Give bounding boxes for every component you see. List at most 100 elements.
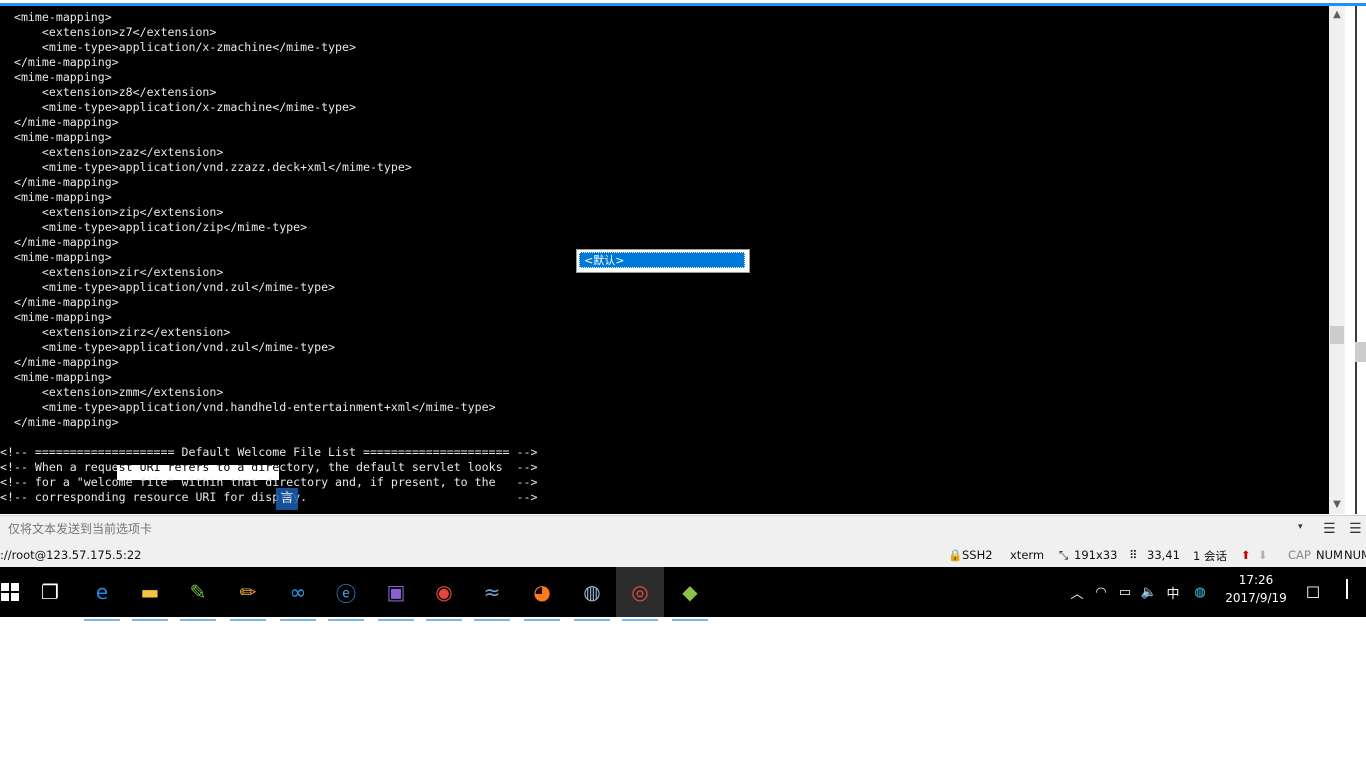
running-indicator (84, 619, 120, 621)
taskbar-app-ie[interactable]: ⓔ (322, 567, 370, 621)
terminal-type: xterm (1010, 548, 1045, 562)
terminal-line: <mime-mapping> (0, 70, 112, 84)
terminal-line: <mime-type>application/vnd.zzazz.deck+xm… (0, 160, 412, 174)
running-indicator (622, 619, 658, 621)
running-indicator (280, 619, 316, 621)
taskbar-app-baidu-netdisk[interactable]: ∞ (274, 567, 322, 621)
system-clock[interactable]: 17:26 2017/9/19 (1218, 571, 1294, 607)
status-bar: ://root@123.57.175.5:22 🔒 SSH2 xterm ⤡ 1… (0, 543, 1366, 567)
clock-date: 2017/9/19 (1225, 591, 1287, 605)
terminal-line: <extension>z7</extension> (0, 25, 217, 39)
terminal-line: </mime-mapping> (0, 55, 119, 69)
battery-icon[interactable]: ▭ (1114, 567, 1136, 617)
chevron-down-icon[interactable]: ▾ (1298, 522, 1303, 532)
terminal-line: <extension>zmm</extension> (0, 385, 224, 399)
terminal-line: </mime-mapping> (0, 295, 119, 309)
terminal-line: <!-- ==================== Default Welcom… (0, 445, 538, 459)
taskbar-app-game[interactable]: ▣ (372, 567, 420, 621)
dolphin-icon: ≈ (483, 580, 501, 604)
scroll-thumb[interactable] (1330, 326, 1344, 344)
taskbar-app-notepad-plus[interactable]: ✎ (174, 567, 222, 621)
taskbar-app-task-view[interactable]: ❐ (26, 567, 74, 617)
terminal-line: <mime-mapping> (0, 190, 112, 204)
terminal-scrollbar[interactable]: ▲ ▼ (1329, 6, 1345, 514)
terminal-line: <mime-mapping> (0, 370, 112, 384)
terminal-line: </mime-mapping> (0, 415, 119, 429)
menu-icon[interactable]: ☰ (1323, 522, 1336, 536)
running-indicator (474, 619, 510, 621)
terminal-line: <!-- When a request URI refers to a dire… (0, 460, 538, 474)
terminal-line: </mime-mapping> (0, 235, 119, 249)
network-icon[interactable]: ◠ (1090, 567, 1112, 617)
terminal-text: <mime-mapping> <extension>z7</extension>… (0, 10, 537, 505)
terminal-line: <mime-mapping> (0, 250, 112, 264)
windows-taskbar: ❐ e ▬ ✎ ✏ ∞ ⓔ ▣ ◉ ≈ ◕ ◍ ◎ ◆ ︿ ◠ ▭ 🔈 中 ◍ 17:26 2017/9/… (0, 567, 1340, 621)
notepad-plus-icon: ✎ (189, 580, 207, 604)
terminal-line: <extension>z8</extension> (0, 85, 217, 99)
task-view-icon: ❐ (41, 580, 59, 604)
taskbar-app-globe[interactable]: ◍ (568, 567, 616, 621)
autocomplete-popup[interactable]: <默认> (576, 249, 750, 273)
terminal-line: <!-- for a "welcome file" within that di… (0, 475, 538, 489)
popup-item-default[interactable]: <默认> (579, 252, 745, 268)
ime-language-indicator[interactable]: 中 (1162, 567, 1184, 617)
terminal-line: <extension>zir</extension> (0, 265, 224, 279)
terminal-line: </mime-mapping> (0, 355, 119, 369)
notification-icon[interactable]: ☐ (1300, 567, 1326, 617)
taskbar-app-edge[interactable]: e (78, 567, 126, 621)
taskbar-app-securecrt[interactable]: ◎ (616, 567, 664, 621)
taskbar-app-chrome[interactable]: ◉ (420, 567, 468, 621)
paint-icon: ✏ (239, 580, 257, 604)
green-app-icon: ◆ (682, 580, 698, 604)
terminal-line: <mime-type>application/vnd.zul</mime-typ… (0, 340, 336, 354)
terminal-line: </mime-mapping> (0, 115, 119, 129)
resize-icon: ⤡ (1059, 548, 1069, 562)
taskbar-app-green-app[interactable]: ◆ (666, 567, 714, 621)
tray-app-icon[interactable]: ◍ (1188, 567, 1212, 617)
edge-icon: e (95, 580, 109, 604)
protocol-label: SSH2 (962, 548, 993, 562)
terminal-line: <mime-mapping> (0, 10, 112, 24)
terminal-line: </mime-mapping> (0, 175, 119, 189)
outer-scrollbar[interactable] (1345, 6, 1366, 514)
running-indicator (426, 619, 462, 621)
terminal-line: <mime-type>application/x-zmachine</mime-… (0, 40, 356, 54)
running-indicator (180, 619, 216, 621)
ime-floating-icon[interactable]: 言 (276, 488, 298, 510)
scroll-up-icon[interactable]: ▲ (1329, 8, 1345, 22)
taskbar-app-firefox[interactable]: ◕ (518, 567, 566, 621)
chrome-icon: ◉ (435, 580, 453, 604)
running-indicator (672, 619, 708, 621)
send-bar: ▾ ☰ ☰ (0, 515, 1366, 543)
send-text-input[interactable] (0, 518, 1314, 540)
running-indicator (230, 619, 266, 621)
terminal-line: <!-- corresponding resource URI for disp… (0, 490, 538, 504)
clock-time: 17:26 (1238, 573, 1274, 587)
terminal-line: <mime-type>application/zip</mime-type> (0, 220, 308, 234)
outer-scroll-thumb[interactable] (1355, 342, 1366, 362)
baidu-netdisk-icon: ∞ (289, 580, 307, 604)
running-indicator (574, 619, 610, 621)
globe-icon: ◍ (583, 580, 601, 604)
taskbar-app-dolphin[interactable]: ≈ (468, 567, 516, 621)
terminal-line: <mime-type>application/vnd.zul</mime-typ… (0, 280, 336, 294)
show-desktop-button[interactable] (1340, 567, 1366, 617)
tray-chevron-icon[interactable]: ︿ (1066, 567, 1088, 617)
caps-indicator: CAP (1288, 548, 1311, 562)
scroll-down-icon[interactable]: ▼ (1329, 498, 1345, 512)
game-icon: ▣ (386, 580, 406, 604)
cursor-position: 33,41 (1147, 548, 1180, 562)
session-address: ://root@123.57.175.5:22 (0, 548, 142, 562)
taskbar-app-file-explorer[interactable]: ▬ (126, 567, 174, 621)
num-indicator: NUM (1316, 548, 1343, 562)
outer-scrollbar-track (1355, 6, 1365, 514)
terminal-line: <mime-mapping> (0, 130, 112, 144)
volume-icon[interactable]: 🔈 (1138, 567, 1160, 617)
lock-icon: 🔒 (948, 548, 963, 562)
menu-icon-2[interactable]: ☰ (1349, 522, 1362, 536)
upload-arrow-icon: ⬆ (1241, 548, 1251, 562)
taskbar-app-paint[interactable]: ✏ (224, 567, 272, 621)
terminal-line: <mime-type>application/x-zmachine</mime-… (0, 100, 356, 114)
terminal-line: <extension>zirz</extension> (0, 325, 231, 339)
file-explorer-icon: ▬ (140, 580, 160, 604)
